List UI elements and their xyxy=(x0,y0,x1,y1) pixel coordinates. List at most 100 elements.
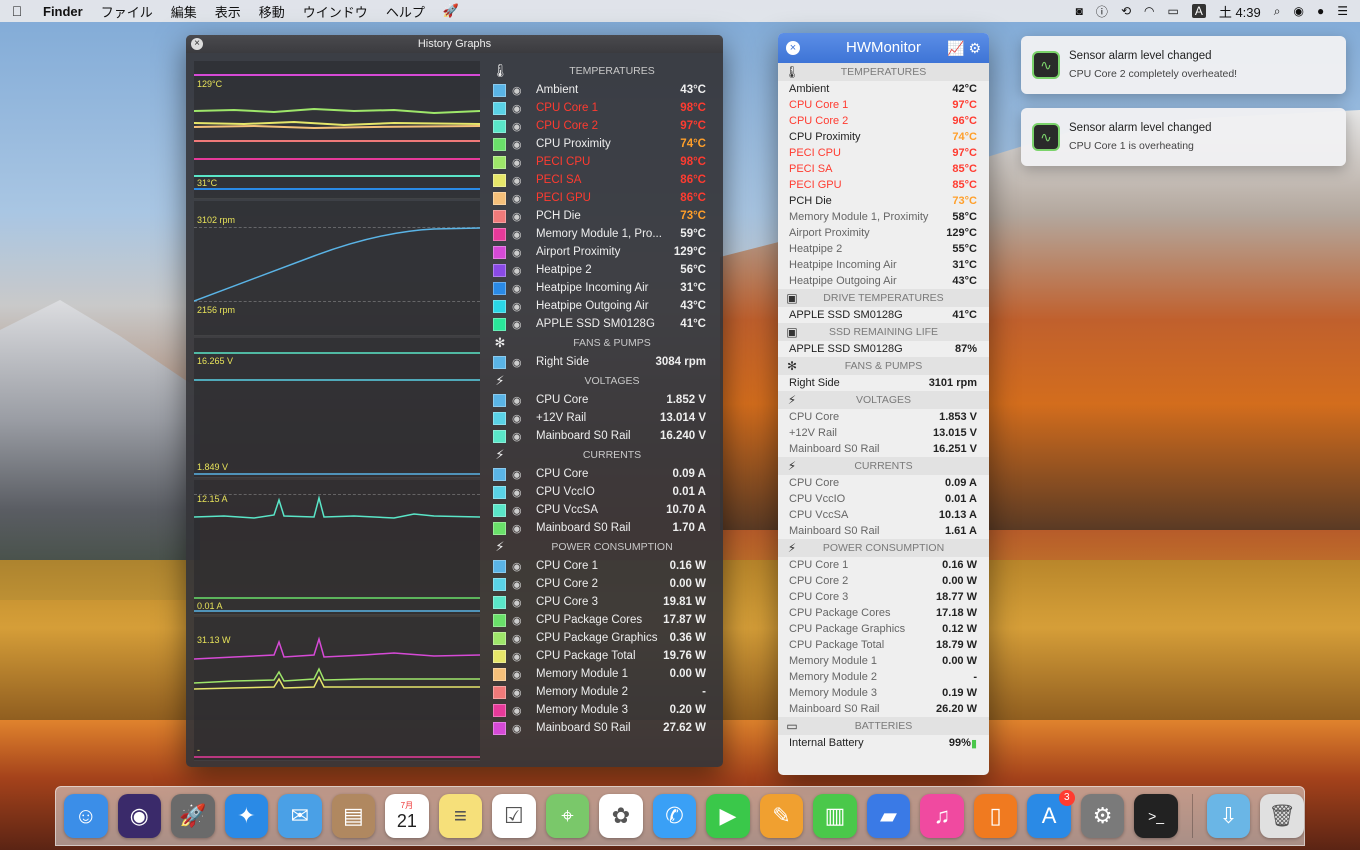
sensor-row[interactable]: ◉ CPU Core 2 0.00 W xyxy=(490,575,714,593)
sensor-row[interactable]: PCH Die 73°C xyxy=(778,193,989,209)
color-swatch[interactable] xyxy=(493,119,506,133)
color-swatch[interactable] xyxy=(493,667,506,681)
reminders-icon[interactable]: ☑ xyxy=(492,794,536,838)
sensor-row[interactable]: Internal Battery 99% ▮ xyxy=(778,735,989,751)
sensor-row[interactable]: PECI SA 85°C xyxy=(778,161,989,177)
pages-icon[interactable]: ✎ xyxy=(759,794,804,838)
spotlight-icon[interactable]: ⌕ xyxy=(1274,4,1281,19)
sensor-row[interactable]: ◉ Memory Module 1 0.00 W xyxy=(490,665,714,683)
sensor-row[interactable]: CPU Core 2 96°C xyxy=(778,113,989,129)
eye-icon[interactable]: ◉ xyxy=(512,156,528,169)
sensor-row[interactable]: APPLE SSD SM0128G 41°C xyxy=(778,307,989,323)
color-swatch[interactable] xyxy=(493,577,506,591)
sensor-row[interactable]: CPU VccSA 10.13 A xyxy=(778,507,989,523)
sensor-row[interactable]: ◉ Heatpipe Outgoing Air 43°C xyxy=(490,297,714,315)
notification-center-icon[interactable]: ☰ xyxy=(1337,4,1348,18)
eye-icon[interactable]: ◉ xyxy=(512,504,528,517)
color-swatch[interactable] xyxy=(493,263,506,277)
color-swatch[interactable] xyxy=(493,411,506,425)
sensor-row[interactable]: CPU Core 0.09 A xyxy=(778,475,989,491)
sensor-row[interactable]: PECI CPU 97°C xyxy=(778,145,989,161)
sensor-row[interactable]: CPU Proximity 74°C xyxy=(778,129,989,145)
sensor-row[interactable]: ◉ CPU Core 1.852 V xyxy=(490,391,714,409)
hwmonitor-titlebar[interactable]: × HWMonitor 📈 ⚙ xyxy=(778,33,989,63)
sensor-row[interactable]: ◉ CPU Core 1 98°C xyxy=(490,99,714,117)
sensor-row[interactable]: ◉ CPU Package Total 19.76 W xyxy=(490,647,714,665)
close-icon[interactable]: × xyxy=(191,38,203,50)
launchpad-icon[interactable]: 🚀 xyxy=(171,794,215,838)
sensor-row[interactable]: Heatpipe Incoming Air 31°C xyxy=(778,257,989,273)
eye-icon[interactable]: ◉ xyxy=(512,632,528,645)
sensor-row[interactable]: ◉ +12V Rail 13.014 V xyxy=(490,409,714,427)
sensor-row[interactable]: +12V Rail 13.015 V xyxy=(778,425,989,441)
numbers-icon[interactable]: ▥ xyxy=(813,794,857,838)
safari-icon[interactable]: ✦ xyxy=(224,794,269,838)
menu-go[interactable]: 移動 xyxy=(250,2,294,21)
eye-icon[interactable]: ◉ xyxy=(512,686,528,699)
color-swatch[interactable] xyxy=(493,191,506,205)
color-swatch[interactable] xyxy=(493,613,506,627)
sensor-row[interactable]: Memory Module 3 0.19 W xyxy=(778,685,989,701)
color-swatch[interactable] xyxy=(493,227,506,241)
eye-icon[interactable]: ◉ xyxy=(512,138,528,151)
color-swatch[interactable] xyxy=(493,137,506,151)
color-swatch[interactable] xyxy=(493,595,506,609)
color-swatch[interactable] xyxy=(493,503,506,517)
sensor-row[interactable]: ◉ CPU Proximity 74°C xyxy=(490,135,714,153)
color-swatch[interactable] xyxy=(493,467,506,481)
sensor-row[interactable]: CPU Package Graphics 0.12 W xyxy=(778,621,989,637)
sensor-row[interactable]: CPU Package Total 18.79 W xyxy=(778,637,989,653)
trash-icon[interactable]: 🗑 xyxy=(1260,794,1304,838)
color-swatch[interactable] xyxy=(493,703,506,717)
eye-icon[interactable]: ◉ xyxy=(512,486,528,499)
sensor-row[interactable]: ◉ PECI CPU 98°C xyxy=(490,153,714,171)
sensor-row[interactable]: ◉ Mainboard S0 Rail 16.240 V xyxy=(490,427,714,445)
sensor-row[interactable]: Heatpipe Outgoing Air 43°C xyxy=(778,273,989,289)
siri-icon[interactable]: ◉ xyxy=(117,794,162,838)
eye-icon[interactable]: ◉ xyxy=(512,522,528,535)
color-swatch[interactable] xyxy=(493,721,506,735)
sensor-row[interactable]: ◉ PCH Die 73°C xyxy=(490,207,714,225)
color-swatch[interactable] xyxy=(493,245,506,259)
battery-icon[interactable]: ▭ xyxy=(1167,4,1178,18)
eye-icon[interactable]: ◉ xyxy=(512,722,528,735)
gear-icon[interactable]: ⚙ xyxy=(968,40,981,56)
appstore-icon[interactable]: A3 xyxy=(1027,790,1075,838)
color-swatch[interactable] xyxy=(493,101,506,115)
color-swatch[interactable] xyxy=(493,83,506,97)
clock[interactable]: 土 4:39 xyxy=(1219,2,1261,21)
downloads-folder-icon[interactable]: ⇩ xyxy=(1206,794,1251,838)
sensor-row[interactable]: CPU Core 2 0.00 W xyxy=(778,573,989,589)
notification-banner[interactable]: ∿ Sensor alarm level changed CPU Core 1 … xyxy=(1021,108,1346,166)
color-swatch[interactable] xyxy=(493,355,506,369)
photos-icon[interactable]: ✿ xyxy=(599,794,643,838)
sensor-row[interactable]: Memory Module 1 0.00 W xyxy=(778,653,989,669)
system-preferences-icon[interactable]: ⚙ xyxy=(1080,794,1125,838)
sensor-row[interactable]: ◉ CPU VccSA 10.70 A xyxy=(490,501,714,519)
eye-icon[interactable]: ◉ xyxy=(512,246,528,259)
color-swatch[interactable] xyxy=(493,281,506,295)
time-machine-icon[interactable]: ⟲ xyxy=(1121,4,1131,18)
messages-icon[interactable]: ✆ xyxy=(652,794,697,838)
sensor-row[interactable]: Mainboard S0 Rail 26.20 W xyxy=(778,701,989,717)
eye-icon[interactable]: ◉ xyxy=(512,264,528,277)
sensor-row[interactable]: ◉ Memory Module 2 - xyxy=(490,683,714,701)
graph-icon[interactable]: 📈 xyxy=(947,40,964,56)
sensor-row[interactable]: Mainboard S0 Rail 16.251 V xyxy=(778,441,989,457)
eye-icon[interactable]: ◉ xyxy=(512,300,528,313)
window-titlebar[interactable]: × History Graphs xyxy=(186,35,723,53)
sensor-row[interactable]: Memory Module 1, Proximity 58°C xyxy=(778,209,989,225)
sensor-row[interactable]: ◉ Mainboard S0 Rail 27.62 W xyxy=(490,719,714,737)
close-icon[interactable]: × xyxy=(786,41,800,55)
color-swatch[interactable] xyxy=(493,485,506,499)
sensor-row[interactable]: ◉ CPU Package Cores 17.87 W xyxy=(490,611,714,629)
keynote-icon[interactable]: ▰ xyxy=(866,794,911,838)
color-swatch[interactable] xyxy=(493,393,506,407)
eye-icon[interactable]: ◉ xyxy=(512,192,528,205)
eye-icon[interactable]: ◉ xyxy=(512,668,528,681)
color-swatch[interactable] xyxy=(493,631,506,645)
sensor-row[interactable]: ◉ Heatpipe Incoming Air 31°C xyxy=(490,279,714,297)
eye-icon[interactable]: ◉ xyxy=(512,430,528,443)
sensor-row[interactable]: PECI GPU 85°C xyxy=(778,177,989,193)
eye-icon[interactable]: ◉ xyxy=(512,356,528,369)
